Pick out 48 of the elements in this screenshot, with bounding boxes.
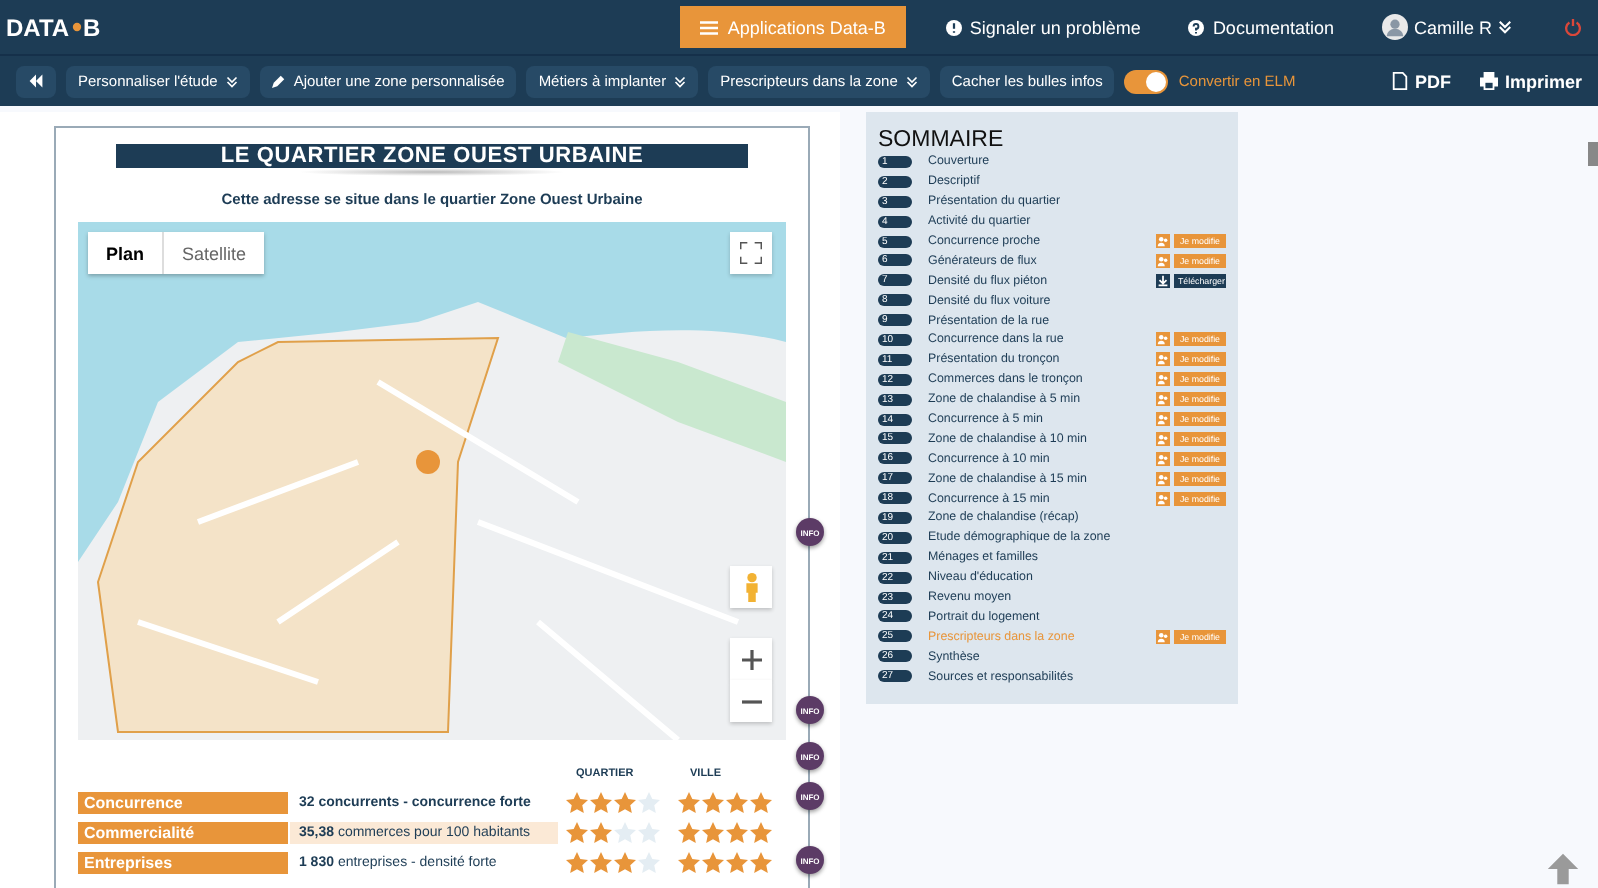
logo-dot-icon xyxy=(71,22,82,32)
people-icon xyxy=(1156,491,1170,506)
page-title: LE QUARTIER ZONE OUEST URBAINE xyxy=(116,144,748,168)
people-icon xyxy=(1156,253,1170,268)
zoom-out-icon[interactable] xyxy=(730,680,772,722)
elm-toggle[interactable] xyxy=(1124,69,1169,93)
user-menu[interactable]: Camille R xyxy=(1413,17,1492,37)
download-icon xyxy=(1156,273,1170,288)
scrollbar-thumb[interactable] xyxy=(1588,142,1598,166)
documentation-link[interactable]: Documentation xyxy=(1188,17,1334,37)
print-button[interactable]: Imprimer xyxy=(1480,71,1582,91)
logo-text: B xyxy=(83,13,101,41)
chevron-icon xyxy=(225,75,238,87)
menu-icon xyxy=(699,19,718,35)
power-icon[interactable] xyxy=(1564,18,1582,36)
question-icon xyxy=(1188,19,1205,35)
indicator-label: Entreprises xyxy=(78,851,289,873)
pencil-icon xyxy=(271,74,286,88)
people-icon xyxy=(1156,372,1170,387)
indicator-label: Commercialité xyxy=(78,821,289,843)
printer-icon xyxy=(1480,72,1499,90)
zoom-in-icon[interactable] xyxy=(730,638,772,680)
double-chevron-left-icon xyxy=(28,74,44,88)
exclamation-icon xyxy=(945,19,962,35)
people-icon xyxy=(1156,392,1170,407)
people-icon xyxy=(1156,332,1170,347)
people-icon xyxy=(1156,629,1170,644)
chevron-icon xyxy=(905,75,918,87)
avatar-icon xyxy=(1381,14,1408,40)
up-arrow-icon[interactable] xyxy=(1544,850,1582,888)
people-icon xyxy=(1156,352,1170,367)
people-icon xyxy=(1156,412,1170,427)
chevron-icon xyxy=(1498,20,1512,34)
people-icon xyxy=(1156,471,1170,486)
report-link[interactable]: Signaler un problème xyxy=(945,17,1141,37)
people-icon xyxy=(1156,451,1170,466)
logo-text: DATA xyxy=(6,13,70,41)
indicator-label: Concurrence xyxy=(78,791,289,813)
people-icon xyxy=(1156,234,1170,248)
fullscreen-icon[interactable] xyxy=(730,232,772,274)
back-button[interactable] xyxy=(16,65,56,97)
pdf-button[interactable]: PDF xyxy=(1392,71,1451,91)
map-type-tab[interactable]: Plan xyxy=(88,232,165,274)
summary-title: SOMMAIRE xyxy=(878,128,1006,152)
map-type-tab[interactable]: Satellite xyxy=(164,232,265,274)
file-icon xyxy=(1392,72,1409,90)
chevron-icon xyxy=(674,75,687,87)
people-icon xyxy=(1156,431,1170,446)
